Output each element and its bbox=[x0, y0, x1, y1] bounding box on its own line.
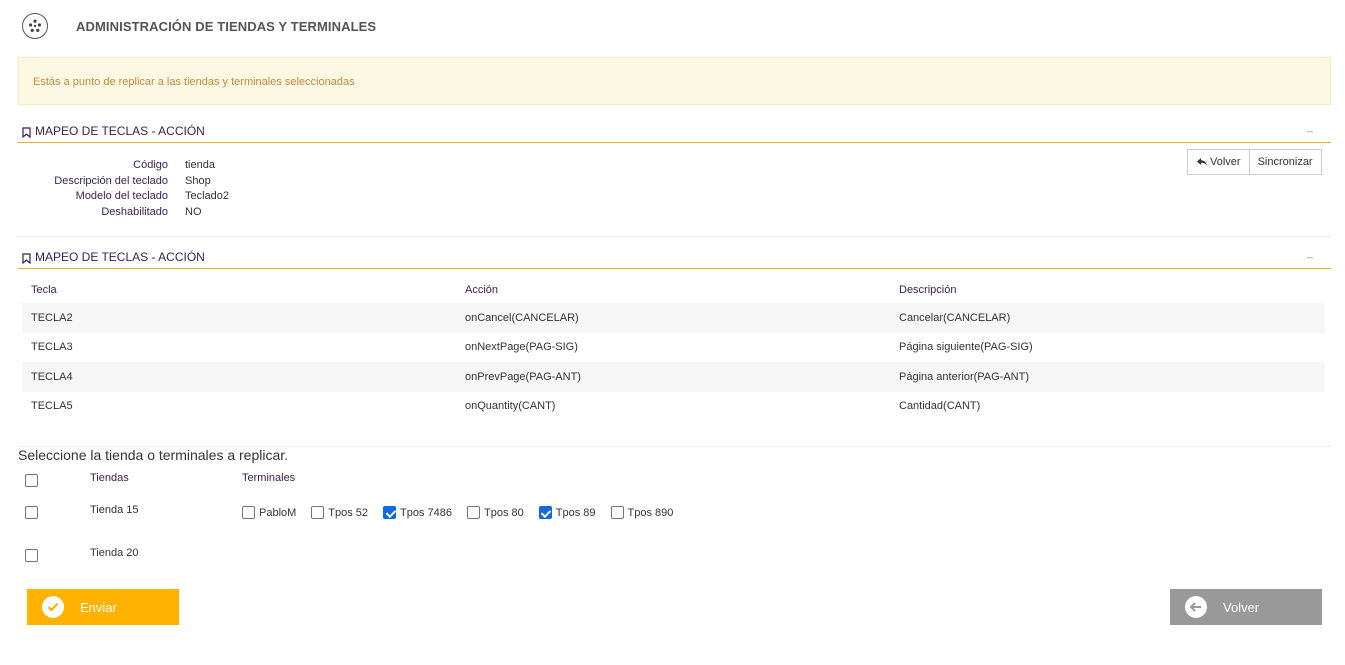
column-header-action[interactable]: Acción bbox=[456, 276, 890, 303]
back-button[interactable]: Volver bbox=[1187, 149, 1250, 175]
table-header-row: Tecla Acción Descripción bbox=[22, 276, 1325, 303]
table-cell: TECLA2 bbox=[22, 303, 456, 333]
info-value: Shop bbox=[185, 174, 211, 187]
store-name: Tienda 15 bbox=[90, 504, 139, 516]
alert-text: Estás a punto de replicar a las tiendas … bbox=[33, 76, 355, 88]
asterisk-logo-icon[interactable] bbox=[22, 13, 48, 39]
sync-button[interactable]: Sincronizar bbox=[1249, 149, 1322, 175]
table-row[interactable]: TECLA5 onQuantity(CANT) Cantidad(CANT) bbox=[22, 392, 1325, 422]
terminals-column-header: Terminales bbox=[242, 472, 296, 484]
terminal-checkbox[interactable] bbox=[610, 506, 624, 519]
store-checkbox-tienda-20[interactable] bbox=[25, 549, 38, 562]
top-bar: ADMINISTRACIÓN DE TIENDAS Y TERMINALES bbox=[0, 0, 1345, 52]
section-header-mapping: MAPEO DE TECLAS - ACCIÓN _ bbox=[18, 247, 1331, 269]
table-cell: TECLA3 bbox=[31, 341, 73, 354]
terminal-label: Tpos 52 bbox=[328, 506, 369, 519]
minimize-icon[interactable]: _ bbox=[1307, 247, 1313, 259]
table-cell: onNextPage(PAG-SIG) bbox=[465, 341, 578, 354]
info-value: tienda bbox=[185, 159, 215, 171]
info-row: Deshabilitado NO bbox=[18, 206, 278, 222]
terminal-checkbox[interactable] bbox=[467, 506, 481, 519]
section-title: MAPEO DE TECLAS - ACCIÓN bbox=[35, 124, 205, 138]
back-footer-button-label: Volver bbox=[1223, 599, 1260, 615]
terminal-label: Tpos 80 bbox=[484, 506, 524, 519]
bookmark-icon bbox=[22, 127, 31, 138]
terminal-label: Tpos 7486 bbox=[400, 506, 453, 519]
terminal-label: Tpos 89 bbox=[555, 506, 596, 519]
terminal-checkbox[interactable] bbox=[311, 506, 325, 519]
table-row[interactable]: TECLA2 onCancel(CANCELAR) Cancelar(CANCE… bbox=[22, 303, 1325, 333]
section-header-keyboard: MAPEO DE TECLAS - ACCIÓN _ bbox=[18, 121, 1331, 143]
info-row: Modelo del teclado Teclado2 bbox=[18, 190, 278, 206]
replicate-title: Seleccione la tienda o terminales a repl… bbox=[18, 447, 289, 463]
table-cell: TECLA4 bbox=[22, 362, 456, 392]
info-value: NO bbox=[185, 205, 202, 218]
terminal-checkbox[interactable] bbox=[538, 506, 552, 519]
terminal-list: PabloM Tpos 52 Tpos 7486 Tpos 80 Tpos 89… bbox=[242, 506, 688, 519]
table-cell: onQuantity(CANT) bbox=[465, 400, 556, 413]
table-cell: Página siguiente(PAG-SIG) bbox=[899, 341, 1033, 354]
info-label: Deshabilitado bbox=[101, 205, 168, 218]
terminal-checkbox[interactable] bbox=[383, 506, 397, 519]
sync-button-label: Sincronizar bbox=[1257, 156, 1313, 168]
column-header-key[interactable]: Tecla bbox=[22, 276, 456, 303]
action-buttons: Volver Sincronizar bbox=[1187, 149, 1322, 175]
table-cell: Página anterior(PAG-ANT) bbox=[890, 362, 1325, 392]
terminal-option[interactable]: Tpos 80 bbox=[467, 506, 524, 519]
terminal-option[interactable]: Tpos 890 bbox=[610, 506, 674, 519]
table-cell: TECLA5 bbox=[31, 400, 73, 413]
back-button-label: Volver bbox=[1210, 156, 1241, 168]
key-mapping-table: Tecla Acción Descripción TECLA2 onCancel… bbox=[22, 276, 1325, 421]
info-label: Descripción del teclado bbox=[54, 174, 168, 187]
column-header-description[interactable]: Descripción bbox=[890, 276, 1325, 303]
info-row: Descripción del teclado Shop bbox=[18, 175, 278, 191]
table-row[interactable]: TECLA3 onNextPage(PAG-SIG) Página siguie… bbox=[22, 333, 1325, 363]
divider bbox=[18, 236, 1331, 237]
terminal-option[interactable]: Tpos 52 bbox=[311, 506, 368, 519]
table-cell: onPrevPage(PAG-ANT) bbox=[456, 362, 890, 392]
terminal-option[interactable]: Tpos 89 bbox=[538, 506, 596, 519]
terminal-checkbox[interactable] bbox=[242, 506, 255, 519]
bookmark-icon bbox=[22, 253, 31, 264]
store-checkbox-tienda-15[interactable] bbox=[25, 506, 38, 519]
warning-alert: Estás a punto de replicar a las tiendas … bbox=[18, 57, 1331, 105]
table-cell: Cantidad(CANT) bbox=[899, 400, 981, 413]
info-row: Código tienda bbox=[18, 159, 278, 175]
terminal-option[interactable]: Tpos 7486 bbox=[383, 506, 452, 519]
table-cell: onCancel(CANCELAR) bbox=[456, 303, 890, 333]
stores-column-header: Tiendas bbox=[90, 472, 129, 484]
info-label: Código bbox=[133, 159, 168, 171]
arrow-left-circle-icon bbox=[1185, 596, 1207, 618]
store-name: Tienda 20 bbox=[90, 547, 139, 559]
minimize-icon[interactable]: _ bbox=[1307, 121, 1313, 133]
terminal-option[interactable]: PabloM bbox=[242, 506, 296, 519]
send-button-label: Enviar bbox=[80, 599, 117, 615]
back-footer-button[interactable]: Volver bbox=[1170, 589, 1322, 625]
section-title: MAPEO DE TECLAS - ACCIÓN bbox=[35, 250, 205, 264]
check-circle-icon bbox=[42, 596, 64, 618]
select-all-checkbox[interactable] bbox=[25, 474, 38, 487]
keyboard-info: Código tienda Descripción del teclado Sh… bbox=[18, 159, 278, 221]
table-cell: Cancelar(CANCELAR) bbox=[890, 303, 1325, 333]
terminal-label: PabloM bbox=[259, 506, 297, 519]
page-title: ADMINISTRACIÓN DE TIENDAS Y TERMINALES bbox=[76, 19, 377, 34]
send-button[interactable]: Enviar bbox=[27, 589, 179, 625]
reply-arrow-icon bbox=[1197, 158, 1207, 166]
terminal-label: Tpos 890 bbox=[627, 506, 674, 519]
info-value: Teclado2 bbox=[185, 190, 230, 202]
info-label: Modelo del teclado bbox=[75, 190, 168, 202]
table-row[interactable]: TECLA4 onPrevPage(PAG-ANT) Página anteri… bbox=[22, 362, 1325, 392]
